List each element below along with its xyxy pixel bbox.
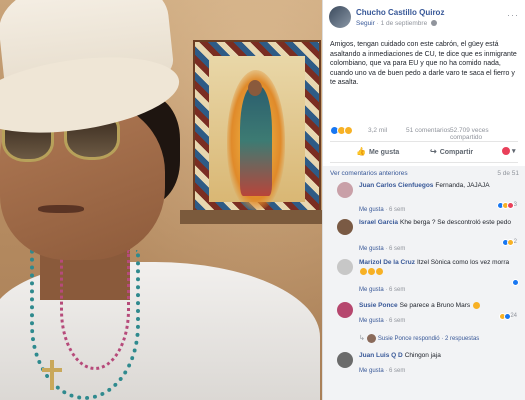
mural-figure [240,86,272,196]
post-photo[interactable] [0,0,322,400]
view-replies-link[interactable]: ↳ Susie Ponce respondió · 2 respuestas [359,334,479,343]
reply-arrow-icon: ↳ [359,335,365,343]
mouth [38,205,84,213]
comment-footer: Me gusta · 6 sem [359,318,406,324]
post-meta: Seguir · 1 de septiembre [356,20,438,27]
commenter-avatar[interactable] [337,182,353,198]
commenter-avatar[interactable] [337,302,353,318]
share-arrow-icon: ↪ [430,147,437,156]
share-label: Compartir [439,149,474,156]
comment-text: Se parece a Bruno Mars [399,302,471,310]
post-date[interactable]: 1 de septiembre [381,20,428,27]
comment-text: Khe berga ? Se descontroló este pedo [400,219,511,226]
comment-reactions[interactable]: 2 [501,239,517,246]
comment-reaction-count: 2 [513,239,517,245]
divider [330,162,518,163]
comment-footer: Me gusta · 6 sem [359,246,406,252]
comment-time[interactable]: 6 sem [389,318,405,324]
comment-item: Juan Luis Q D Chingon jaja Me gusta · 6 s… [337,352,517,382]
reaction-icons[interactable] [330,126,353,135]
commenter-name[interactable]: Juan Carlos Cienfuegos [359,182,433,189]
post-text: Amigos, tengan cuidado con este cabrón, … [330,41,517,86]
comment-reactions[interactable]: 3 [496,202,517,209]
more-options-icon[interactable]: ··· [507,10,519,20]
comment-item: Marizol De la Cruz Itzel Sònica como los … [337,259,519,299]
follow-link[interactable]: Seguir [356,20,375,27]
comment-footer: Me gusta · 6 sem [359,287,406,293]
reply-author-text: Susie Ponce respondió [377,336,440,343]
cross-pendant [50,360,54,390]
comment-body: Israel Garcia Khe berga ? Se descontroló … [359,219,514,228]
like-reaction-icon [512,279,519,286]
view-previous-comments-link[interactable]: Ver comentarios anteriores [330,170,408,177]
virgin-mary-tile-mural [193,40,321,218]
wow-reaction-icon [344,126,353,135]
like-button[interactable]: 👍 Me gusta [356,147,399,156]
dropdown-chevron-icon: ▾ [511,148,516,155]
reaction-picker-button[interactable]: ▾ [502,147,516,156]
divider [330,141,518,142]
comment-body: Juan Carlos Cienfuegos Fernanda, JAJAJA [359,182,514,191]
comment-like-link[interactable]: Me gusta [359,246,384,252]
comments-section: Ver comentarios anteriores 5 de 51 Juan … [323,166,525,400]
thumbs-up-icon: 👍 [356,147,366,156]
comment-body: Marizol De la Cruz Itzel Sònica como los … [359,259,514,276]
comment-like-link[interactable]: Me gusta [359,318,384,324]
comment-body: Susie Ponce Se parece a Bruno Mars [359,302,514,311]
commenter-avatar[interactable] [337,219,353,235]
wall-shelf [180,210,322,224]
comment-text: Itzel Sònica como los vez morra [416,259,510,266]
reaction-count[interactable]: 3,2 mil [368,127,387,134]
author-avatar[interactable] [329,6,351,28]
post-actions: 👍 Me gusta ↪ Compartir ▾ [330,145,520,159]
mural-face [248,80,262,96]
laughing-emoji-icon [376,267,383,275]
comment-time[interactable]: 6 sem [389,368,405,374]
comment-reactions[interactable]: 24 [498,313,517,320]
comment-like-link[interactable]: Me gusta [359,368,384,374]
commenter-name[interactable]: Marizol De la Cruz [359,259,415,266]
love-reaction-icon [502,147,510,156]
commenter-name[interactable]: Israel Garcia [359,219,398,226]
laughing-emoji-icon [360,267,367,275]
comment-reaction-count: 24 [510,313,517,319]
comment-time[interactable]: 6 sem [389,287,405,293]
mural-center [209,56,305,210]
comment-item: Susie Ponce Se parece a Bruno Mars 24 Me … [337,302,517,330]
post-panel: Chucho Castillo Quiroz Seguir · 1 de sep… [322,0,525,400]
comment-footer: Me gusta · 6 sem [359,368,406,374]
commenter-name[interactable]: Juan Luis Q D [359,352,403,359]
comment-footer: Me gusta · 6 sem [359,207,406,213]
comment-like-link[interactable]: Me gusta [359,207,384,213]
comment-like-link[interactable]: Me gusta [359,287,384,293]
author-name[interactable]: Chucho Castillo Quiroz [356,8,444,17]
reply-avatar [366,334,376,343]
comment-item: Israel Garcia Khe berga ? Se descontroló … [337,219,517,259]
comment-count[interactable]: 51 comentarios [406,127,450,134]
comment-reactions[interactable] [512,279,519,286]
reply-count: 2 respuestas [444,336,480,343]
comment-reaction-count: 3 [513,202,517,208]
share-count[interactable]: 52.709 veces compartido [450,127,520,141]
comment-item: Juan Carlos Cienfuegos Fernanda, JAJAJA 3… [337,182,517,222]
cross-pendant-bar [42,368,62,372]
comment-body: Juan Luis Q D Chingon jaja [359,352,514,361]
reactions-bar[interactable]: 3,2 mil 51 comentarios 52.709 veces comp… [330,126,520,141]
thinking-emoji-icon [472,302,480,309]
commenter-avatar[interactable] [337,352,353,368]
post-header: Chucho Castillo Quiroz Seguir · 1 de sep… [329,6,519,32]
comments-shown-count: 5 de 51 [497,170,519,177]
commenter-name[interactable]: Susie Ponce [359,302,398,309]
beaded-necklace-pink [60,250,130,370]
laughing-emoji-icon [368,267,375,275]
comment-time[interactable]: 6 sem [389,207,405,213]
share-button[interactable]: ↪ Compartir [430,147,473,156]
like-label: Me gusta [368,149,400,156]
globe-icon [431,20,438,27]
comment-time[interactable]: 6 sem [389,246,405,252]
comment-text: Fernanda, JAJAJA [435,182,490,189]
commenter-avatar[interactable] [337,259,353,275]
comment-text: Chingon jaja [404,352,441,359]
